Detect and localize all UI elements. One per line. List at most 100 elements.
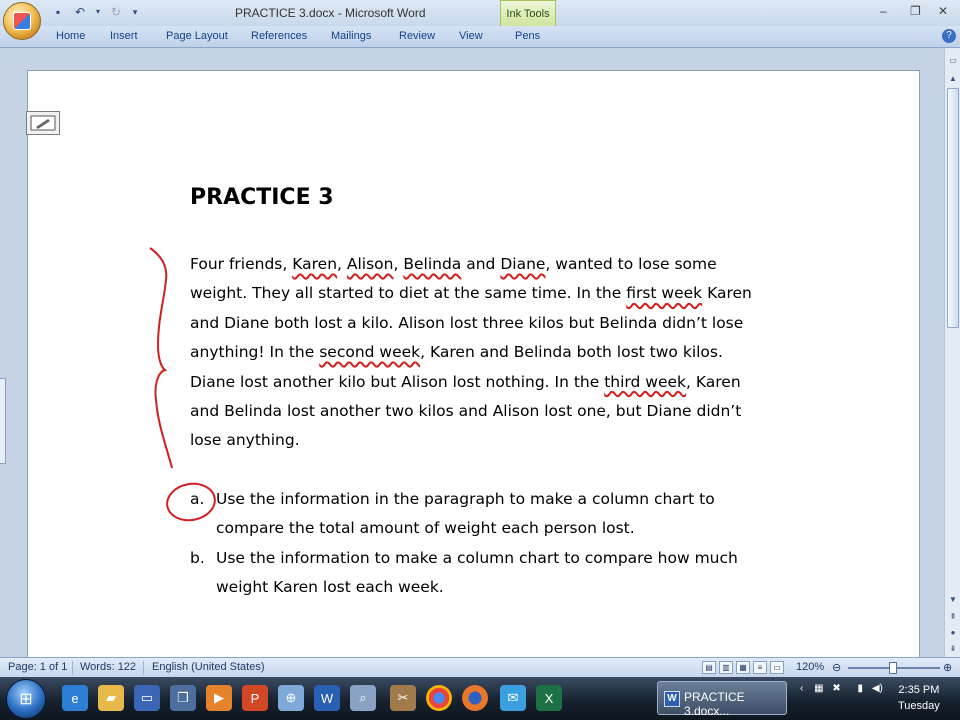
taskbar: ⊞ e ▰ ▭ ❐ ▶ P ⊕ W ⌕ ✂ ✉ X W PRACTICE 3.d… (0, 677, 960, 720)
tab-view[interactable]: View (459, 30, 483, 42)
undo-icon[interactable]: ↶ (72, 4, 88, 20)
text-run: weight. They all started to diet at the … (190, 284, 627, 303)
scroll-thumb[interactable] (947, 88, 959, 328)
list-item-text: weight Karen lost each week. (216, 578, 444, 597)
zoom-slider-thumb[interactable] (889, 662, 897, 674)
draft-view-icon[interactable]: ▭ (770, 661, 784, 674)
zoom-out-icon[interactable]: ⊖ (832, 661, 841, 674)
vertical-scrollbar[interactable]: ▭ ▲ ▼ ⇞ ● ⇟ (944, 48, 960, 657)
tray-security-icon[interactable]: ✖ (832, 683, 840, 694)
zoom-level[interactable]: 120% (796, 661, 824, 673)
web-layout-view-icon[interactable]: ▦ (736, 661, 750, 674)
undo-dropdown-icon[interactable]: ▾ (94, 4, 102, 20)
switch-windows-icon[interactable]: ❐ (170, 685, 196, 711)
paragraph-line: lose anything. (190, 426, 830, 455)
scroll-down-icon[interactable]: ▼ (946, 593, 960, 607)
tab-page-layout[interactable]: Page Layout (166, 30, 228, 42)
text-run: , wanted to lose some (545, 255, 717, 273)
ribbon-tabs: Home Insert Page Layout References Maili… (0, 26, 960, 48)
list-item-text: Use the information in the paragraph to … (216, 490, 715, 508)
redo-icon[interactable]: ↻ (108, 4, 124, 20)
paragraph-line: and Belinda lost another two kilos and A… (190, 397, 830, 426)
tab-insert[interactable]: Insert (110, 30, 138, 42)
tab-mailings[interactable]: Mailings (331, 30, 371, 42)
tray-volume-icon[interactable]: ◀) (872, 683, 883, 694)
save-icon[interactable]: ▪ (50, 4, 66, 20)
system-clock[interactable]: 2:35 PM Tuesday (898, 682, 940, 714)
text-run: anything! In the (190, 343, 320, 362)
side-panel-tab[interactable] (0, 378, 6, 464)
list-item: b. Use the information to make a column c… (190, 544, 830, 603)
ruler-toggle-icon[interactable]: ▭ (946, 54, 960, 68)
text-run: , Karen (686, 372, 741, 391)
network-icon[interactable]: ⊕ (278, 685, 304, 711)
office-button[interactable] (3, 2, 41, 40)
full-screen-view-icon[interactable]: ▥ (719, 661, 733, 674)
taskbar-word-document[interactable]: W PRACTICE 3.docx... (657, 681, 787, 718)
start-button[interactable]: ⊞ (6, 679, 46, 719)
ink-underlined-text: second week (319, 343, 421, 362)
internet-explorer-icon[interactable]: e (62, 685, 88, 711)
clock-day: Tuesday (898, 700, 940, 712)
excel-icon[interactable]: X (536, 685, 562, 711)
quick-access-toolbar: ▪ ↶ ▾ ↻ ▾ (50, 4, 140, 20)
office-logo-icon (13, 12, 31, 30)
tab-review[interactable]: Review (399, 30, 435, 42)
paragraph-line: weight. They all started to diet at the … (190, 279, 830, 308)
ink-underlined-text: Alison (346, 255, 394, 273)
minimize-button[interactable]: – (880, 4, 887, 18)
scroll-up-icon[interactable]: ▲ (946, 72, 960, 86)
page-title: PRACTICE 3 (190, 185, 334, 210)
folder-icon[interactable]: ▰ (98, 685, 124, 711)
show-desktop-icon[interactable]: ▭ (134, 685, 160, 711)
text-run: and Belinda lost another two kilos and A… (190, 402, 742, 421)
print-layout-view-icon[interactable]: ▤ (702, 661, 716, 674)
text-run: Karen (702, 284, 752, 303)
previous-page-icon[interactable]: ⇞ (946, 610, 960, 624)
paragraph-line: and Diane both lost a kilo. Alison lost … (190, 309, 830, 338)
close-button[interactable]: ✕ (938, 4, 948, 18)
text-run: Four friends, (190, 255, 293, 273)
tray-network-icon[interactable]: ▦ (814, 683, 823, 694)
word-count[interactable]: Words: 122 (80, 661, 136, 673)
problem-paragraph: Four friends, Karen, Alison, Belinda and… (190, 250, 830, 456)
ink-underlined-text: Karen (292, 255, 338, 273)
messenger-icon[interactable]: ✉ (500, 685, 526, 711)
firefox-icon[interactable] (462, 685, 488, 711)
text-run: lose anything. (190, 431, 300, 450)
outline-view-icon[interactable]: ≡ (753, 661, 767, 674)
restore-button[interactable]: ❐ (910, 4, 921, 18)
customize-qat-icon[interactable]: ▾ (130, 4, 140, 20)
text-run: , (337, 255, 347, 273)
tray-battery-icon[interactable]: ▮ (858, 683, 864, 694)
word-doc-icon: W (664, 691, 680, 707)
help-icon[interactable]: ? (942, 29, 956, 43)
ink-underlined-text: first week (626, 284, 703, 303)
tools-icon[interactable]: ✂ (390, 685, 416, 711)
chrome-icon[interactable] (426, 685, 452, 711)
word-icon[interactable]: W (314, 685, 340, 711)
paragraph-line: Four friends, Karen, Alison, Belinda and… (190, 250, 830, 279)
search-tool-icon[interactable]: ⌕ (350, 685, 376, 711)
language-indicator[interactable]: English (United States) (152, 661, 265, 673)
tab-home[interactable]: Home (56, 30, 85, 42)
ink-underlined-text: Diane (500, 255, 546, 273)
media-player-icon[interactable]: ▶ (206, 685, 232, 711)
next-page-icon[interactable]: ⇟ (946, 642, 960, 656)
page-indicator[interactable]: Page: 1 of 1 (8, 661, 67, 673)
ink-tools-contextual-group: Ink Tools (500, 0, 556, 26)
zoom-in-icon[interactable]: ⊕ (943, 661, 952, 674)
ink-underlined-text: Belinda (403, 255, 462, 273)
tab-pens[interactable]: Pens (515, 30, 540, 42)
tab-references[interactable]: References (251, 30, 307, 42)
view-buttons: ▤ ▥ ▦ ≡ ▭ (702, 661, 784, 674)
system-tray: ‹ ▦ ✖ ▮ ◀) (800, 683, 883, 694)
ink-toolbar[interactable] (26, 111, 60, 135)
title-bar: ▪ ↶ ▾ ↻ ▾ PRACTICE 3.docx - Microsoft Wo… (0, 0, 960, 26)
browse-object-icon[interactable]: ● (946, 626, 960, 640)
tray-expand-icon[interactable]: ‹ (800, 683, 803, 694)
status-bar: Page: 1 of 1 Words: 122 English (United … (0, 657, 960, 677)
paragraph-line: Diane lost another kilo but Alison lost … (190, 368, 830, 397)
powerpoint-icon[interactable]: P (242, 685, 268, 711)
text-run: and Diane both lost a kilo. Alison lost … (190, 313, 744, 332)
